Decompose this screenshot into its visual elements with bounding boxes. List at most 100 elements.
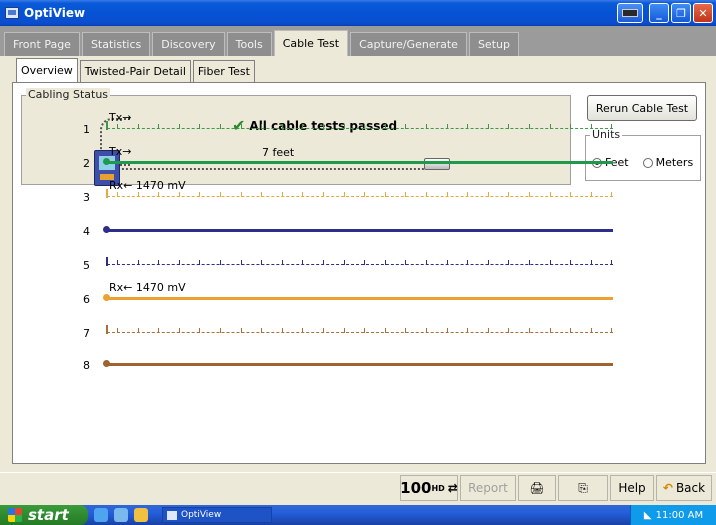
pair-line — [107, 196, 613, 197]
tab-tools[interactable]: Tools — [226, 32, 272, 56]
pair-tick — [426, 328, 427, 333]
back-label: Back — [675, 481, 706, 495]
pair-tick — [590, 260, 592, 265]
cabling-status-legend: Cabling Status — [26, 88, 111, 101]
pair-tick — [384, 328, 386, 333]
pair-number: 2 — [83, 157, 90, 170]
maximize-button[interactable]: ❐ — [671, 3, 691, 23]
pair-tick — [240, 192, 242, 197]
pair-tick — [281, 328, 283, 333]
pair-tick — [240, 124, 242, 129]
pair-tick — [364, 192, 366, 197]
pair-line — [107, 128, 613, 129]
pair-tick — [364, 124, 366, 129]
pair-line — [107, 264, 613, 265]
browser-icon[interactable] — [114, 508, 128, 522]
subtab-twisted-pair-detail[interactable]: Twisted-Pair Detail — [79, 60, 191, 82]
pair-tick — [158, 192, 160, 197]
pair-tick — [549, 192, 551, 197]
pair-tick — [611, 328, 613, 333]
pair-tick — [343, 260, 345, 265]
report-button[interactable]: Report — [460, 475, 516, 501]
clock: 11:00 AM — [655, 509, 704, 521]
start-label: start — [28, 506, 69, 524]
title-bar: OptiView _ ❐ ✕ — [0, 0, 716, 26]
pair-number: 1 — [83, 123, 90, 136]
network-icon[interactable]: ⎘ — [558, 475, 608, 501]
pair-tick — [570, 328, 572, 333]
pair-line — [107, 332, 613, 333]
pair-tick — [467, 328, 469, 333]
pair-tick — [487, 192, 489, 197]
pair-tick — [220, 328, 221, 333]
pair-number: 4 — [83, 225, 90, 238]
taskbar-item-optiview[interactable]: OptiView — [162, 507, 272, 523]
units-meters-radio[interactable] — [642, 157, 653, 168]
pair-tick — [384, 192, 386, 197]
subtab-fiber-test[interactable]: Fiber Test — [192, 60, 255, 82]
pair-tick — [117, 260, 118, 265]
overview-panel: Cabling Status ✔ All cable tests passed … — [12, 82, 706, 464]
pair-tick — [158, 328, 160, 333]
pair-tick — [220, 124, 221, 129]
keyboard-icon[interactable] — [617, 3, 643, 23]
tab-front-page[interactable]: Front Page — [4, 32, 80, 56]
ie-icon[interactable] — [94, 508, 108, 522]
units-meters-label[interactable]: Meters — [656, 156, 694, 169]
pair-tick — [508, 124, 510, 129]
pair-tick — [405, 192, 407, 197]
pair-tick — [281, 192, 283, 197]
pair-tick — [117, 328, 118, 333]
subtab-overview[interactable]: Overview — [16, 58, 78, 82]
pair-tick — [529, 192, 530, 197]
start-button[interactable]: start — [0, 505, 88, 525]
tray-network-icon[interactable]: ◣ — [644, 510, 652, 521]
pair-tick — [446, 192, 448, 197]
pair-tick — [467, 192, 469, 197]
back-button[interactable]: ↶ Back — [656, 475, 712, 501]
pair-tick — [281, 260, 283, 265]
pair-tick — [137, 328, 139, 333]
pair-row-5: 5 — [83, 253, 623, 272]
pair-line — [107, 161, 613, 164]
tab-capture-generate[interactable]: Capture/Generate — [350, 32, 467, 56]
folder-icon[interactable] — [134, 508, 148, 522]
pair-row-8: 8 — [83, 353, 623, 372]
pair-tick — [199, 328, 201, 333]
pair-tick — [405, 328, 407, 333]
pair-tick — [323, 124, 324, 129]
pair-tick — [178, 260, 180, 265]
tab-cable-test[interactable]: Cable Test — [273, 30, 349, 56]
taskbar-item-label: OptiView — [181, 510, 222, 520]
minimize-button[interactable]: _ — [649, 3, 669, 23]
pair-tick — [529, 260, 530, 265]
tab-discovery[interactable]: Discovery — [152, 32, 225, 56]
pair-tick — [508, 260, 510, 265]
pair-line — [107, 297, 613, 300]
tab-statistics[interactable]: Statistics — [81, 32, 151, 56]
link-speed-indicator[interactable]: 100 HD ⇄ — [400, 475, 458, 501]
pair-tick — [487, 328, 489, 333]
pair-tick — [487, 124, 489, 129]
cabling-status-group: Cabling Status ✔ All cable tests passed … — [21, 88, 571, 186]
pair-tick — [570, 124, 572, 129]
print-icon[interactable]: 🖨 — [518, 475, 556, 501]
pair-row-6: 6 Rx← 1470 mV — [83, 281, 623, 306]
pair-tick — [549, 328, 551, 333]
tab-setup[interactable]: Setup — [468, 32, 519, 56]
pair-tick — [199, 260, 201, 265]
pair-tick — [323, 328, 324, 333]
help-button[interactable]: Help — [610, 475, 654, 501]
pair-row-7: 7 — [83, 321, 623, 340]
pair-tick — [323, 260, 324, 265]
pair-tick — [446, 124, 448, 129]
window-title: OptiView — [24, 6, 86, 20]
pair-tick — [549, 124, 551, 129]
pair-tick — [611, 192, 613, 197]
windows-flag-icon — [8, 508, 22, 522]
pair-signal-label: Rx← 1470 mV — [109, 281, 186, 294]
pair-tick — [549, 260, 551, 265]
optiview-task-icon — [167, 510, 177, 520]
close-button[interactable]: ✕ — [693, 3, 713, 23]
pair-tick — [261, 192, 263, 197]
